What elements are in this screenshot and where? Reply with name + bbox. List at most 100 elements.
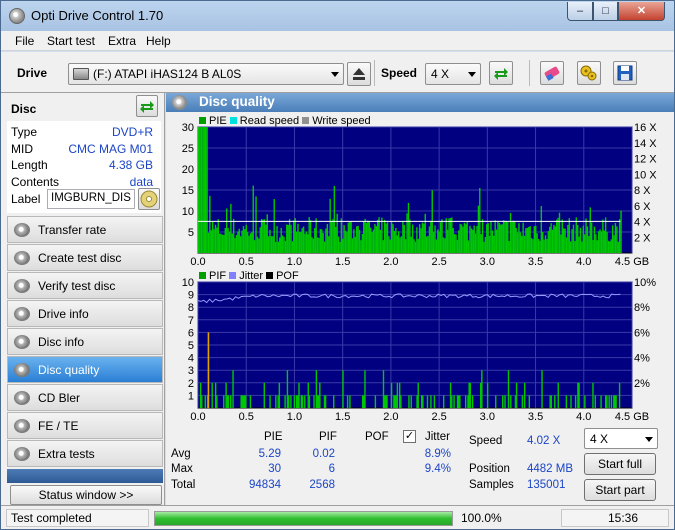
- pie-bar: [463, 222, 466, 253]
- status-window-button[interactable]: Status window >>: [10, 485, 162, 505]
- menu-help[interactable]: Help: [146, 34, 171, 48]
- pif-bar: [249, 395, 252, 408]
- pie-bar: [302, 226, 305, 253]
- pif-bar: [442, 395, 445, 408]
- maximize-button[interactable]: □: [593, 2, 618, 21]
- pie-bar: [277, 241, 280, 253]
- menu-file[interactable]: File: [15, 34, 34, 48]
- pie-bar: [532, 239, 534, 253]
- settings-button[interactable]: [577, 61, 601, 85]
- refresh-disc-button[interactable]: [136, 95, 158, 117]
- label-disc-button[interactable]: [138, 188, 160, 210]
- pie-bar: [291, 241, 294, 253]
- test-speed-value: 4 X: [590, 432, 609, 446]
- pie-bar: [340, 218, 343, 253]
- disc-tool-icon: [14, 279, 30, 293]
- pif-bar: [211, 382, 213, 408]
- pif-bar: [275, 395, 277, 408]
- pie-bar: [505, 221, 508, 253]
- nav-item-create-test-disc[interactable]: Create test disc: [7, 244, 163, 271]
- menu-extra[interactable]: Extra: [108, 34, 136, 48]
- close-button[interactable]: ✕: [618, 2, 665, 21]
- disc-info-value: DVD+R: [111, 125, 153, 139]
- pie-bar: [585, 218, 587, 253]
- pie-bar: [388, 236, 390, 253]
- start-full-button[interactable]: Start full: [584, 453, 656, 475]
- pie-bar: [244, 229, 246, 253]
- pie-bar: [221, 234, 224, 253]
- nav-item-disc-info[interactable]: Disc info: [7, 328, 163, 355]
- pie-bar: [604, 217, 607, 253]
- disc-info-value: data: [129, 174, 153, 189]
- save-button[interactable]: [613, 61, 637, 85]
- pie-bar: [522, 222, 524, 253]
- disc-tool-icon: [14, 307, 30, 321]
- drive-select[interactable]: (F:) ATAPI iHAS124 B AL0S: [68, 63, 344, 85]
- y2-tick-label: 6 X: [634, 201, 651, 213]
- pie-bar: [501, 224, 503, 253]
- pie-bar: [216, 227, 218, 253]
- pie-bar: [283, 236, 285, 253]
- nav-item-fe-te[interactable]: FE / TE: [7, 412, 163, 439]
- nav-item-verify-test-disc[interactable]: Verify test disc: [7, 272, 163, 299]
- refresh-speed-button[interactable]: [489, 61, 513, 85]
- pie-bar: [214, 224, 217, 253]
- pif-bar: [541, 370, 543, 408]
- pie-bar: [241, 230, 243, 253]
- menu-start-test[interactable]: Start test: [47, 34, 95, 48]
- speed-select[interactable]: 4 X: [425, 63, 481, 85]
- pie-bar: [365, 222, 368, 253]
- pie-bar: [255, 196, 257, 253]
- pif-bar: [608, 395, 610, 408]
- pie-bar: [420, 228, 422, 253]
- pie-bar: [385, 223, 387, 253]
- pie-bar: [213, 229, 215, 253]
- nav-item-transfer-rate[interactable]: Transfer rate: [7, 216, 163, 243]
- stats-avg-pif: 0.02: [312, 448, 335, 460]
- nav-item-cd-bler[interactable]: CD Bler: [7, 384, 163, 411]
- disc-label-field[interactable]: IMGBURN_DIS: [47, 189, 135, 209]
- pif-bar: [284, 395, 286, 408]
- disc-quality-icon: [172, 95, 187, 110]
- pie-bar: [379, 229, 382, 253]
- pif-bar: [304, 395, 306, 408]
- pie-bar: [543, 239, 545, 253]
- pif-bar: [324, 395, 327, 408]
- pif-bar: [495, 395, 497, 408]
- disc-info-key: Length: [11, 158, 48, 172]
- jitter-checkbox[interactable]: ✓: [403, 430, 416, 443]
- start-part-button[interactable]: Start part: [584, 479, 656, 501]
- pie-bar: [571, 229, 573, 253]
- pif-bar: [578, 382, 580, 408]
- eject-button[interactable]: [347, 62, 371, 86]
- minimize-button[interactable]: –: [567, 2, 593, 21]
- nav-item-drive-info[interactable]: Drive info: [7, 300, 163, 327]
- nav-item-disc-quality[interactable]: Disc quality: [7, 356, 163, 383]
- pie-bar: [484, 236, 487, 253]
- y-tick-label: 5: [188, 340, 194, 352]
- pif-bar: [364, 370, 366, 408]
- pie-bar: [234, 237, 236, 253]
- pie-bar: [614, 222, 617, 253]
- pie-bar: [474, 233, 477, 253]
- pie-bar: [284, 240, 287, 253]
- pie-bar: [507, 222, 509, 253]
- pif-bar: [550, 395, 553, 408]
- eject-icon: [353, 68, 365, 80]
- pif-bar: [610, 395, 613, 408]
- pie-bar: [274, 242, 277, 253]
- pie-bar: [225, 208, 228, 253]
- pie-bar: [444, 238, 446, 253]
- erase-button[interactable]: [540, 61, 564, 85]
- test-speed-select[interactable]: 4 X: [584, 428, 658, 449]
- pie-bar: [356, 226, 358, 253]
- pie-bar: [342, 238, 344, 253]
- pie-bar: [589, 207, 591, 253]
- drive-label: Drive: [17, 66, 48, 80]
- pie-bar: [530, 238, 533, 253]
- pie-bar: [488, 235, 491, 253]
- pie-bar: [239, 236, 242, 253]
- nav-item-extra-tests[interactable]: Extra tests: [7, 440, 163, 467]
- pif-bar: [410, 395, 412, 408]
- pie-bar: [294, 218, 296, 253]
